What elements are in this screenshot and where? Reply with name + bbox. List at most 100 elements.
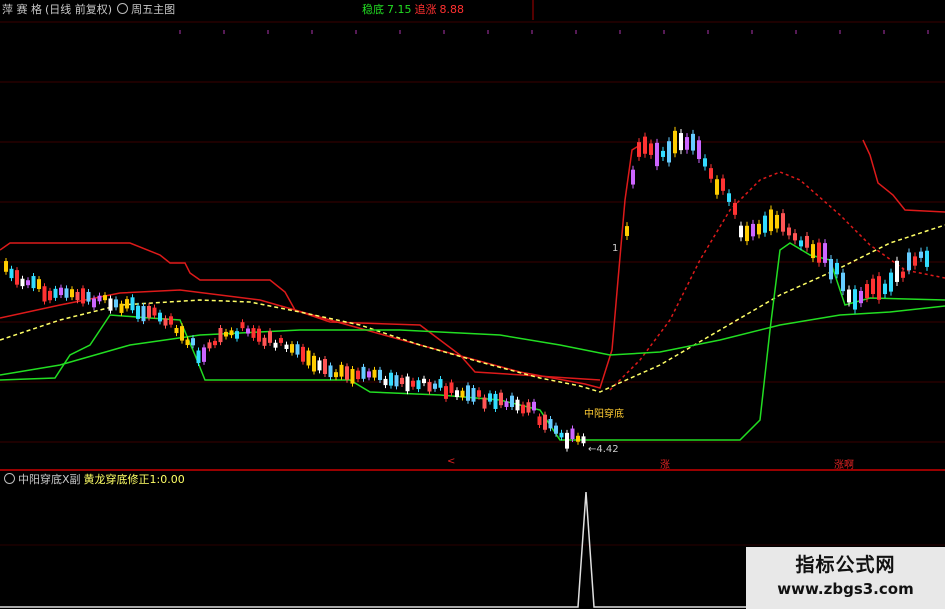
watermark: 指标公式网 www.zbgs3.com	[746, 547, 945, 609]
candle-body	[185, 339, 190, 346]
candle-body	[907, 252, 911, 271]
candle-body	[367, 371, 371, 378]
candle-body	[745, 225, 749, 242]
candle-body	[477, 390, 481, 397]
low-price-label: ←4.42	[588, 444, 619, 455]
candle-body	[119, 303, 124, 313]
settings-icon[interactable]	[117, 3, 129, 14]
candle-body	[667, 141, 671, 163]
candle-body	[97, 295, 102, 302]
candle-body	[829, 258, 833, 280]
candle-body	[290, 344, 294, 353]
candle-body	[218, 327, 223, 343]
candle-body	[649, 143, 653, 155]
candle-body	[444, 386, 448, 399]
candle-body	[913, 256, 917, 266]
candle-body	[877, 276, 881, 300]
candle-body	[685, 137, 689, 150]
indicator-values: 稳底 7.15 追涨 8.88	[362, 3, 467, 16]
resistance-line-right	[862, 139, 945, 213]
candle-body	[739, 225, 743, 238]
candle-body	[570, 428, 575, 440]
candle-body	[655, 142, 659, 167]
candle-body	[565, 432, 569, 449]
candle-body	[537, 416, 542, 425]
candle-body	[317, 360, 322, 371]
candle-body	[31, 276, 36, 289]
candle-body	[449, 382, 454, 393]
candle-body	[488, 393, 492, 402]
candle-body	[103, 295, 107, 301]
kline-chart[interactable]	[0, 0, 945, 609]
candle-body	[328, 365, 333, 378]
period-label[interactable]: (日线 前复权)	[45, 3, 112, 16]
sub-chart-header: 中阳穿底X副 黄龙穿底修正1:0.00	[2, 473, 188, 486]
candle-body	[823, 243, 827, 263]
marker-3: 涨啊	[834, 460, 854, 471]
candle-body	[147, 306, 151, 318]
candle-body	[751, 223, 755, 237]
candle-body	[213, 340, 217, 346]
candle-body	[268, 331, 272, 343]
candle-body	[125, 299, 129, 309]
candle-body	[901, 271, 905, 278]
candle-body	[257, 328, 261, 342]
candle-body	[273, 342, 278, 348]
candle-body	[240, 322, 245, 329]
candle-body	[356, 370, 360, 380]
candle-body	[345, 366, 349, 380]
candle-body	[769, 209, 773, 232]
candle-body	[847, 289, 851, 303]
candle-body	[721, 178, 725, 191]
stock-name[interactable]: 萍 赛 格	[2, 3, 42, 16]
sub-indicator-name[interactable]: 中阳穿底X副	[18, 473, 81, 486]
candle-body	[455, 390, 459, 398]
indicator-name[interactable]: 周五主图	[131, 3, 175, 16]
candle-body	[576, 435, 580, 442]
candle-body	[787, 227, 791, 236]
candle-body	[169, 316, 173, 325]
candle-body	[389, 372, 393, 386]
candle-body	[526, 402, 531, 413]
buy-signal-label: 中阳穿底	[584, 409, 624, 420]
candle-body	[26, 280, 30, 286]
candle-body	[350, 369, 355, 384]
candle-body	[383, 378, 388, 386]
settings-icon[interactable]	[4, 473, 15, 484]
candle-body	[733, 202, 737, 215]
candle-body	[92, 298, 96, 308]
candlesticks[interactable]	[4, 126, 929, 452]
candle-body	[411, 380, 415, 387]
marker-1: <	[447, 456, 456, 467]
candle-body	[427, 382, 432, 392]
sub-formula: 黄龙穿底修正1:0.00	[83, 473, 185, 486]
candle-body	[262, 337, 267, 346]
candle-body	[312, 355, 316, 372]
candle-body	[81, 288, 85, 304]
candle-body	[152, 307, 157, 316]
pressure-value: 8.88	[439, 3, 465, 16]
candle-body	[817, 242, 821, 263]
candle-body	[625, 226, 629, 236]
candle-body	[679, 133, 683, 151]
marker-2: 涨	[660, 460, 670, 471]
candle-body	[919, 251, 923, 258]
candle-body	[114, 299, 118, 308]
candle-body	[163, 318, 168, 326]
candle-body	[493, 393, 498, 409]
candle-body	[86, 291, 91, 302]
candle-body	[895, 260, 899, 282]
candle-body	[715, 179, 719, 195]
candle-body	[835, 262, 839, 275]
candle-body	[433, 383, 437, 389]
candle-body	[301, 346, 305, 362]
candle-body	[697, 140, 701, 160]
candle-body	[703, 158, 707, 167]
candle-body	[64, 288, 69, 298]
candle-body	[400, 377, 404, 385]
candle-body	[229, 330, 234, 336]
candle-body	[581, 436, 586, 444]
candle-body	[70, 289, 74, 298]
candle-body	[416, 380, 421, 390]
candle-body	[235, 331, 239, 339]
